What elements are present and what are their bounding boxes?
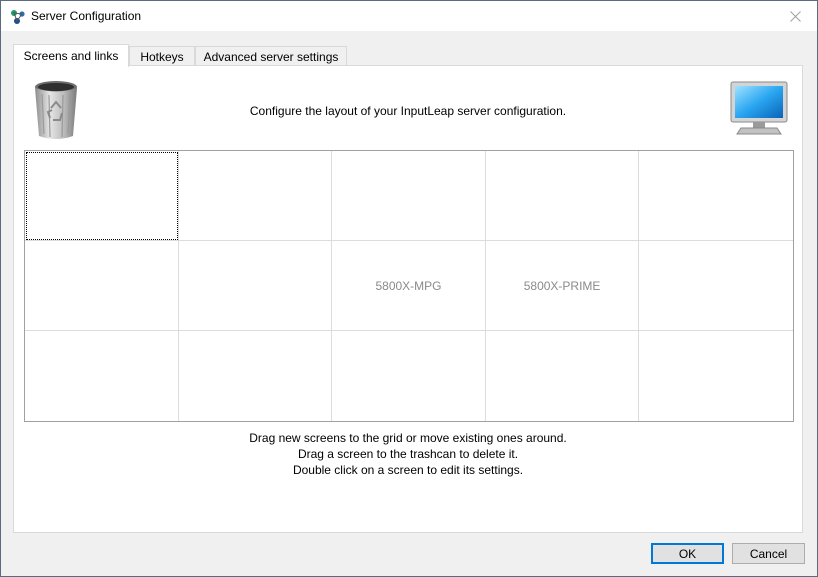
grid-cell[interactable] — [639, 331, 793, 421]
grid-cell[interactable] — [639, 241, 793, 331]
ok-button[interactable]: OK — [651, 543, 724, 564]
tab-screens-and-links[interactable]: Screens and links — [13, 44, 129, 67]
close-icon — [789, 10, 801, 22]
inputleap-app-icon — [11, 10, 25, 24]
instruction-line: Double click on a screen to edit its set… — [292, 463, 524, 477]
instruction-line: Drag new screens to the grid or move exi… — [249, 431, 567, 445]
grid-cell[interactable] — [25, 331, 179, 421]
grid-cell[interactable] — [25, 151, 179, 241]
instruction-line: Drag a screen to the trashcan to delete … — [297, 447, 519, 461]
screen-5800x-mpg[interactable]: 5800X-MPG — [332, 241, 486, 331]
grid-cell[interactable] — [179, 331, 333, 421]
grid-cell[interactable] — [639, 151, 793, 241]
instructions: Drag new screens to the grid or move exi… — [14, 430, 802, 478]
server-configuration-window: Server Configuration Screens and links H… — [0, 0, 818, 577]
tab-label: Advanced server settings — [203, 49, 339, 64]
cancel-button-label: Cancel — [749, 546, 788, 561]
grid-cell[interactable] — [178, 151, 333, 241]
tab-label: Hotkeys — [140, 49, 184, 64]
screens-and-links-panel: Configure the layout of your InputLeap s… — [13, 65, 803, 533]
tab-label: Screens and links — [23, 49, 119, 63]
grid-cell[interactable] — [25, 241, 179, 331]
tab-advanced-server-settings[interactable]: Advanced server settings — [195, 46, 347, 66]
new-screen-monitor-icon[interactable] — [729, 81, 789, 137]
close-button[interactable] — [773, 1, 817, 31]
grid-cell[interactable] — [332, 331, 486, 421]
cancel-button[interactable]: Cancel — [732, 543, 805, 564]
grid-cell[interactable] — [485, 151, 640, 241]
grid-cell[interactable] — [332, 151, 486, 241]
screen-5800x-prime[interactable]: 5800X-PRIME — [485, 241, 640, 331]
ok-button-label: OK — [678, 546, 697, 561]
grid-cell[interactable] — [178, 241, 333, 331]
tab-hotkeys[interactable]: Hotkeys — [129, 46, 195, 66]
title-bar[interactable]: Server Configuration — [1, 1, 817, 31]
window-title: Server Configuration — [31, 9, 142, 23]
layout-heading: Configure the layout of your InputLeap s… — [249, 104, 567, 118]
screen-layout-grid[interactable]: 5800X-MPG 5800X-PRIME — [24, 150, 794, 422]
grid-cell[interactable] — [486, 331, 640, 421]
